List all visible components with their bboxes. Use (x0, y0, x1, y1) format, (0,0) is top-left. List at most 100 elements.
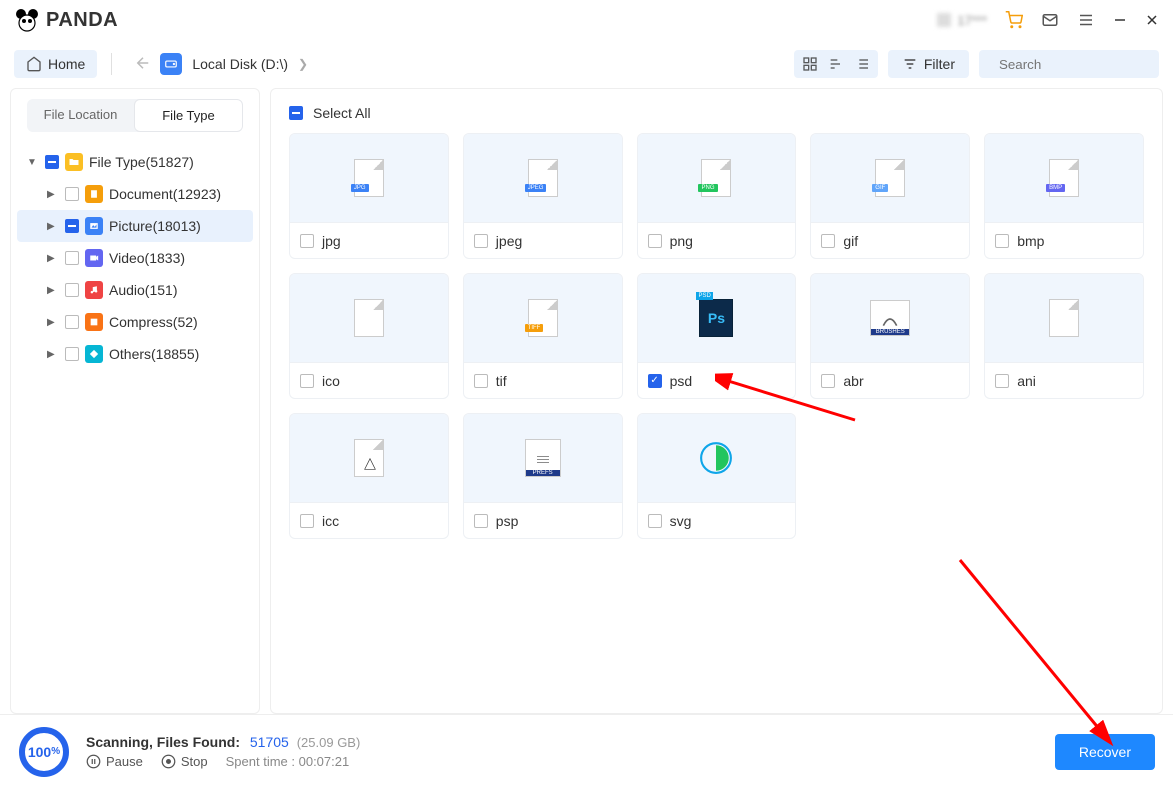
home-button[interactable]: Home (14, 50, 97, 78)
checkbox[interactable] (65, 251, 79, 265)
mail-icon[interactable] (1041, 11, 1059, 29)
compress-icon (85, 313, 103, 331)
found-size: (25.09 GB) (297, 735, 361, 750)
format-checkbox[interactable] (300, 514, 314, 528)
format-checkbox[interactable] (300, 374, 314, 388)
expander-icon[interactable]: ▶ (47, 317, 59, 328)
pause-button[interactable]: Pause (86, 754, 143, 769)
format-checkbox[interactable] (300, 234, 314, 248)
breadcrumb-label: Local Disk (D:\) (192, 56, 288, 72)
sort-icon[interactable] (828, 56, 844, 72)
app-logo: PANDA (14, 7, 118, 33)
select-all-label: Select All (313, 105, 371, 121)
tree-label: Picture(18013) (109, 218, 201, 234)
format-card-ico[interactable]: ico (289, 273, 449, 399)
format-card-psp[interactable]: PREFSpsp (463, 413, 623, 539)
format-label: png (670, 233, 693, 249)
cart-icon[interactable] (1005, 11, 1023, 29)
spent-time: Spent time : 00:07:21 (226, 754, 350, 769)
format-label: psp (496, 513, 519, 529)
expander-icon[interactable]: ▼ (27, 157, 39, 168)
format-card-ani[interactable]: ani (984, 273, 1144, 399)
format-card-tif[interactable]: TIFFtif (463, 273, 623, 399)
format-card-bmp[interactable]: BMPbmp (984, 133, 1144, 259)
expander-icon[interactable]: ▶ (47, 349, 59, 360)
format-checkbox[interactable] (474, 234, 488, 248)
list-view-icon[interactable] (854, 56, 870, 72)
search-box[interactable] (979, 50, 1159, 78)
filter-button[interactable]: Filter (888, 50, 969, 78)
home-label: Home (48, 56, 85, 72)
tree-item-audio[interactable]: ▶ Audio(151) (17, 274, 253, 306)
grid-view-icon[interactable] (802, 56, 818, 72)
format-checkbox[interactable] (474, 514, 488, 528)
video-icon (85, 249, 103, 267)
audio-icon (85, 281, 103, 299)
tree-item-video[interactable]: ▶ Video(1833) (17, 242, 253, 274)
format-label: abr (843, 373, 863, 389)
format-label: psd (670, 373, 693, 389)
breadcrumb[interactable]: Local Disk (D:\) ❯ (160, 53, 308, 75)
select-all-row[interactable]: Select All (289, 105, 1144, 121)
tab-file-type[interactable]: File Type (134, 99, 243, 132)
tree-item-document[interactable]: ▶ Document(12923) (17, 178, 253, 210)
expander-icon[interactable]: ▶ (47, 285, 59, 296)
format-label: svg (670, 513, 692, 529)
back-button[interactable] (126, 50, 160, 79)
format-checkbox[interactable] (648, 374, 662, 388)
format-checkbox[interactable] (821, 234, 835, 248)
recover-button[interactable]: Recover (1055, 734, 1155, 770)
expander-icon[interactable]: ▶ (47, 253, 59, 264)
format-card-icc[interactable]: icc (289, 413, 449, 539)
format-card-svg[interactable]: svg (637, 413, 797, 539)
pause-icon (86, 754, 101, 769)
disk-icon (160, 53, 182, 75)
checkbox[interactable] (65, 347, 79, 361)
tree-label: Audio(151) (109, 282, 178, 298)
tree-item-picture[interactable]: ▶ Picture(18013) (17, 210, 253, 242)
divider (111, 53, 112, 75)
tab-file-location[interactable]: File Location (27, 99, 134, 132)
filter-icon (902, 56, 918, 72)
view-mode-group[interactable] (794, 50, 878, 78)
format-card-abr[interactable]: BRUSHESabr (810, 273, 970, 399)
tree-label: Video(1833) (109, 250, 185, 266)
tree-label: Compress(52) (109, 314, 198, 330)
expander-icon[interactable]: ▶ (47, 189, 59, 200)
tree-label: File Type(51827) (89, 154, 194, 170)
format-label: icc (322, 513, 339, 529)
select-all-checkbox[interactable] (289, 106, 303, 120)
expander-icon[interactable]: ▶ (47, 221, 59, 232)
format-card-jpeg[interactable]: JPEGjpeg (463, 133, 623, 259)
sidebar: File Location File Type ▼ File Type(5182… (10, 88, 260, 714)
tree-item-compress[interactable]: ▶ Compress(52) (17, 306, 253, 338)
home-icon (26, 56, 42, 72)
format-checkbox[interactable] (648, 514, 662, 528)
progress-circle: 100% (18, 726, 70, 778)
minimize-button[interactable] (1113, 13, 1127, 27)
checkbox[interactable] (65, 219, 79, 233)
checkbox[interactable] (65, 187, 79, 201)
chevron-right-icon: ❯ (298, 57, 308, 71)
format-card-jpg[interactable]: JPGjpg (289, 133, 449, 259)
tree-root[interactable]: ▼ File Type(51827) (17, 146, 253, 178)
format-checkbox[interactable] (821, 374, 835, 388)
tree-item-others[interactable]: ▶ Others(18855) (17, 338, 253, 370)
menu-icon[interactable] (1077, 11, 1095, 29)
document-icon (85, 185, 103, 203)
checkbox[interactable] (45, 155, 59, 169)
format-card-psd[interactable]: PsPSDpsd (637, 273, 797, 399)
content-area: Select All JPGjpgJPEGjpegPNGpngGIFgifBMP… (270, 88, 1163, 714)
format-card-png[interactable]: PNGpng (637, 133, 797, 259)
format-checkbox[interactable] (995, 374, 1009, 388)
checkbox[interactable] (65, 315, 79, 329)
format-checkbox[interactable] (474, 374, 488, 388)
stop-button[interactable]: Stop (161, 754, 208, 769)
format-card-gif[interactable]: GIFgif (810, 133, 970, 259)
format-checkbox[interactable] (995, 234, 1009, 248)
folder-icon (65, 153, 83, 171)
format-checkbox[interactable] (648, 234, 662, 248)
checkbox[interactable] (65, 283, 79, 297)
close-button[interactable] (1145, 13, 1159, 27)
search-input[interactable] (999, 57, 1173, 72)
